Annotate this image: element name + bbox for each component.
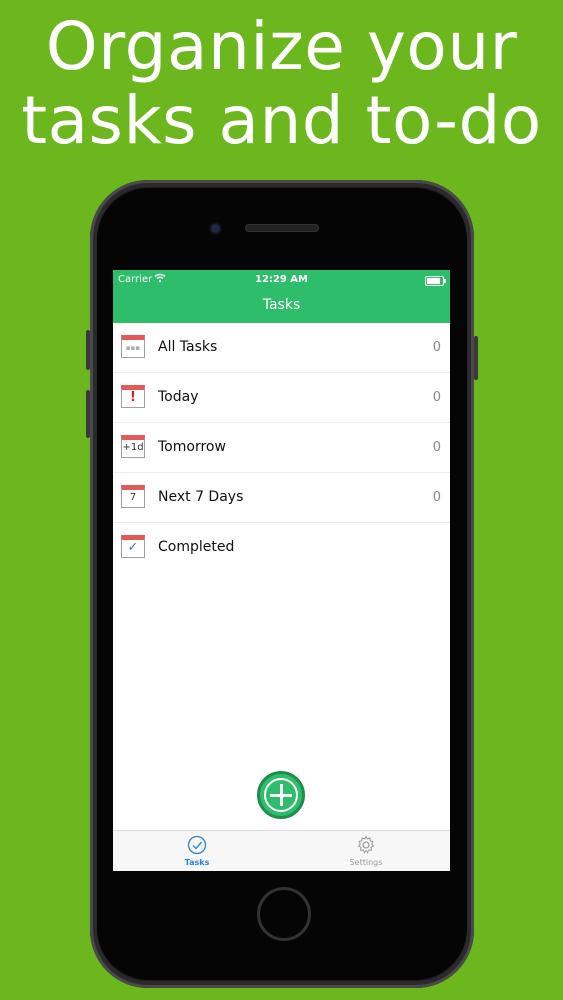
headline-line-1: Organize your bbox=[45, 8, 518, 85]
list-item-label: Next 7 Days bbox=[158, 489, 244, 505]
earpiece-speaker bbox=[246, 225, 318, 231]
list-item-count: 0 bbox=[432, 440, 441, 455]
power-button bbox=[474, 336, 478, 380]
tab-bar: Tasks Settings bbox=[113, 830, 450, 871]
list-item-label: Today bbox=[158, 389, 199, 405]
tab-tasks[interactable]: Tasks bbox=[147, 835, 247, 867]
list-item[interactable]: +1d Tomorrow 0 bbox=[113, 423, 450, 473]
volume-down-button bbox=[86, 390, 90, 438]
checkmark-circle-icon bbox=[187, 835, 207, 855]
list-item-label: Completed bbox=[158, 539, 235, 555]
calendar-plus-one-icon: +1d bbox=[121, 435, 145, 458]
list-item-count: 0 bbox=[432, 340, 441, 355]
calendar-seven-icon: 7 bbox=[121, 485, 145, 508]
volume-up-button bbox=[86, 330, 90, 370]
tab-settings[interactable]: Settings bbox=[316, 835, 416, 867]
headline: Organize your tasks and to-do bbox=[0, 10, 563, 158]
calendar-exclamation-icon: ! bbox=[121, 385, 145, 408]
headline-line-2: tasks and to-do bbox=[21, 82, 542, 159]
list-item[interactable]: ! Today 0 bbox=[113, 373, 450, 423]
home-button[interactable] bbox=[257, 887, 311, 941]
calendar-check-icon: ✓ bbox=[121, 535, 145, 558]
list-item-label: Tomorrow bbox=[158, 439, 226, 455]
navigation-bar: Carrier 12:29 AM Tasks bbox=[113, 270, 450, 323]
list-item[interactable]: ✓ Completed bbox=[113, 523, 450, 572]
calendar-grid-icon: ▪▪▪ bbox=[121, 335, 145, 358]
list-item-label: All Tasks bbox=[158, 339, 218, 355]
battery-icon bbox=[425, 276, 446, 286]
list-item-count: 0 bbox=[432, 490, 441, 505]
status-bar: Carrier 12:29 AM bbox=[113, 273, 450, 290]
page-title: Tasks bbox=[262, 297, 301, 313]
plus-circle-icon bbox=[264, 778, 298, 812]
app-screen: Carrier 12:29 AM Tasks ▪▪▪ All Tasks 0! Tod… bbox=[113, 270, 450, 871]
task-list-menu: ▪▪▪ All Tasks 0! Today 0 +1d Tomorrow 0 7 Next 7 … bbox=[113, 323, 450, 572]
add-task-button[interactable] bbox=[257, 771, 305, 819]
gear-icon bbox=[356, 835, 376, 855]
list-item-count: 0 bbox=[432, 390, 441, 405]
front-camera-icon bbox=[211, 224, 220, 233]
list-item[interactable]: 7 Next 7 Days 0 bbox=[113, 473, 450, 523]
tab-tasks-label: Tasks bbox=[184, 858, 210, 867]
list-item[interactable]: ▪▪▪ All Tasks 0 bbox=[113, 323, 450, 373]
status-time: 12:29 AM bbox=[254, 274, 308, 285]
tab-settings-label: Settings bbox=[349, 858, 383, 867]
